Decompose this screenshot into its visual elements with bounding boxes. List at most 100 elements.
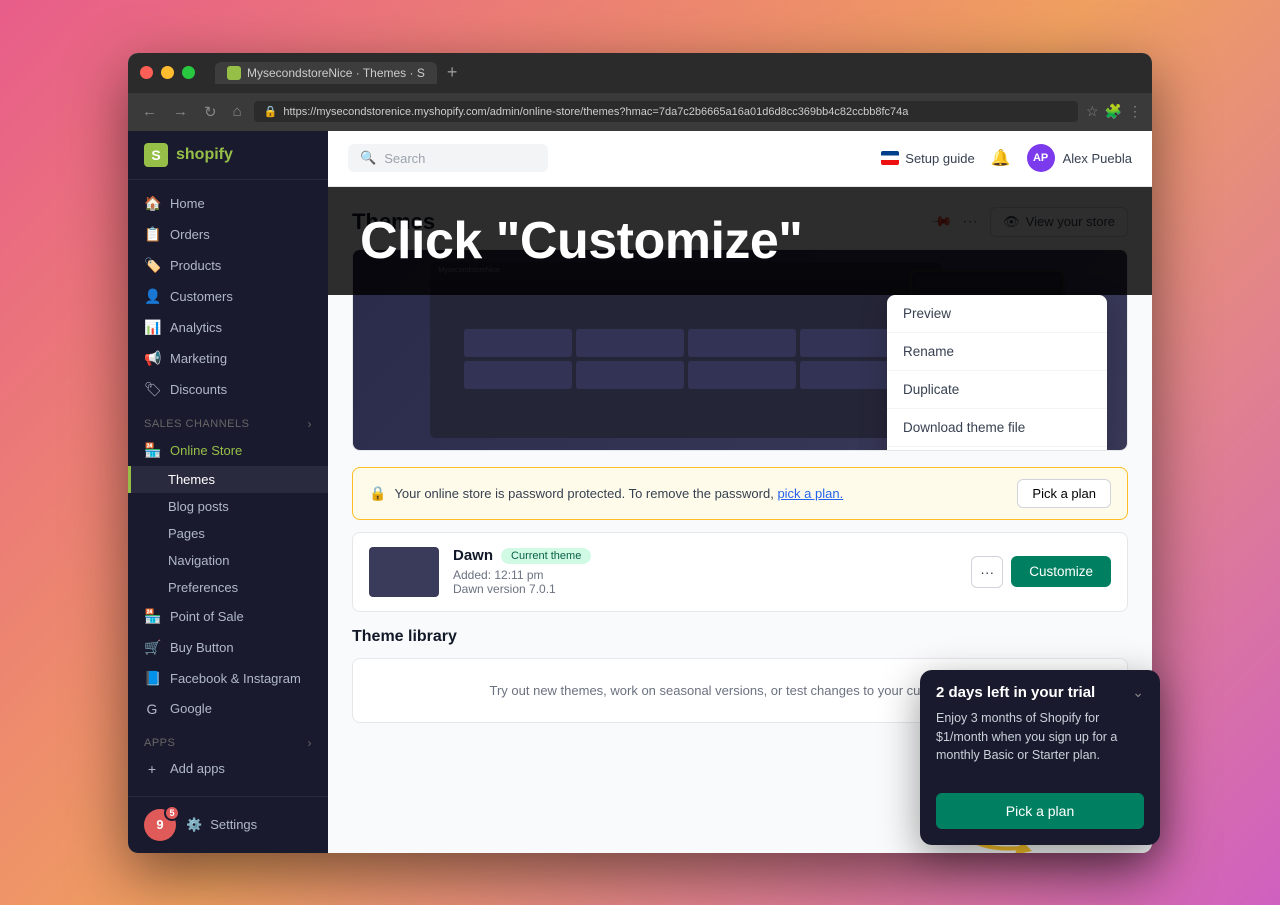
trial-header: 2 days left in your trial ⌄	[920, 670, 1160, 709]
sidebar-subitem-label: Preferences	[168, 580, 238, 595]
dropdown-item-duplicate[interactable]: Duplicate	[887, 371, 1107, 409]
bookmark-icon[interactable]: ☆	[1086, 103, 1099, 120]
sidebar-item-products[interactable]: 🏷️ Products	[128, 250, 328, 281]
notification-bell-icon[interactable]: 🔔	[991, 148, 1011, 168]
analytics-icon: 📊	[144, 319, 160, 336]
tool-item	[464, 361, 572, 389]
flag-icon	[881, 151, 899, 165]
sidebar-item-online-store[interactable]: 🏪 Online Store	[128, 435, 328, 466]
sidebar-item-google[interactable]: G Google	[128, 694, 328, 724]
sidebar-item-facebook-instagram[interactable]: 📘 Facebook & Instagram	[128, 663, 328, 694]
sidebar-item-pos[interactable]: 🏪 Point of Sale	[128, 601, 328, 632]
sidebar-subitem-label: Blog posts	[168, 499, 229, 514]
sidebar-footer: 9 5 ⚙️ Settings	[128, 796, 328, 853]
back-button[interactable]: ←	[138, 101, 161, 122]
setup-guide-label: Setup guide	[905, 151, 974, 166]
facebook-icon: 📘	[144, 670, 160, 687]
setup-guide-button[interactable]: Setup guide	[881, 151, 974, 166]
home-button[interactable]: ⌂	[229, 101, 246, 122]
extensions-icon[interactable]: 🧩	[1105, 103, 1122, 120]
pick-plan-button[interactable]: Pick a plan	[1017, 479, 1111, 508]
sidebar-item-orders[interactable]: 📋 Orders	[128, 219, 328, 250]
browser-tabs: MysecondstoreNice · Themes · S +	[215, 62, 463, 84]
pos-icon: 🏪	[144, 608, 160, 625]
toolbar-actions: ☆ 🧩 ⋮	[1086, 103, 1142, 120]
search-placeholder: Search	[384, 151, 425, 166]
sidebar-item-label: Analytics	[170, 320, 222, 335]
theme-added: Added: 12:11 pm	[453, 568, 957, 582]
theme-ellipsis-button[interactable]: ···	[971, 556, 1003, 588]
customize-button[interactable]: Customize	[1011, 556, 1111, 587]
dropdown-item-label: Download theme file	[903, 420, 1025, 435]
chevron-right-icon: ›	[308, 736, 313, 750]
sidebar-subitem-navigation[interactable]: Navigation	[128, 547, 328, 574]
user-menu[interactable]: AP Alex Puebla	[1027, 144, 1132, 172]
notification-badge: 5	[164, 805, 180, 821]
trial-chevron-icon[interactable]: ⌄	[1132, 684, 1144, 701]
avatar-initials: 9	[156, 817, 163, 832]
sidebar-item-analytics[interactable]: 📊 Analytics	[128, 312, 328, 343]
tool-item	[576, 329, 684, 357]
sidebar-item-home[interactable]: 🏠 Home	[128, 188, 328, 219]
menu-icon[interactable]: ⋮	[1128, 103, 1142, 120]
refresh-button[interactable]: ↻	[200, 101, 221, 123]
current-theme-section: Dawn Current theme Added: 12:11 pm Dawn …	[352, 532, 1128, 612]
topbar-right: Setup guide 🔔 AP Alex Puebla	[881, 144, 1132, 172]
sidebar: S shopify 🏠 Home 📋 Orders 🏷️ Products	[128, 131, 328, 853]
sidebar-item-marketing[interactable]: 📢 Marketing	[128, 343, 328, 374]
address-bar[interactable]: 🔒 https://mysecondstorenice.myshopify.co…	[254, 101, 1078, 122]
lock-warning-icon: 🔒	[369, 485, 386, 502]
browser-toolbar: ← → ↻ ⌂ 🔒 https://mysecondstorenice.mysh…	[128, 93, 1152, 131]
trial-cta-button[interactable]: Pick a plan	[936, 793, 1144, 829]
dropdown-item-preview[interactable]: Preview	[887, 295, 1107, 333]
tool-item	[576, 361, 684, 389]
warning-text: Your online store is password protected.…	[394, 486, 843, 501]
theme-library-description: Try out new themes, work on seasonal ver…	[490, 683, 991, 698]
forward-button[interactable]: →	[169, 101, 192, 122]
pick-plan-link[interactable]: pick a plan.	[777, 486, 843, 501]
sidebar-item-label: Customers	[170, 289, 233, 304]
sidebar-subitem-blog-posts[interactable]: Blog posts	[128, 493, 328, 520]
theme-dropdown-menu: Preview Rename Duplicate Download theme …	[887, 295, 1107, 451]
theme-actions: ··· Customize	[971, 556, 1111, 588]
sidebar-item-label: Home	[170, 196, 205, 211]
sidebar-header: S shopify	[128, 131, 328, 180]
dropdown-item-edit-code[interactable]: Edit code	[887, 447, 1107, 451]
close-button[interactable]	[140, 66, 153, 79]
theme-version: Dawn version 7.0.1	[453, 582, 957, 596]
home-icon: 🏠	[144, 195, 160, 212]
search-bar[interactable]: 🔍 Search	[348, 144, 548, 172]
sidebar-item-buy-button[interactable]: 🛒 Buy Button	[128, 632, 328, 663]
sidebar-item-label: Google	[170, 701, 212, 716]
dropdown-item-label: Rename	[903, 344, 954, 359]
avatar[interactable]: 9 5	[144, 809, 176, 841]
dropdown-item-rename[interactable]: Rename	[887, 333, 1107, 371]
sidebar-subitem-label: Themes	[168, 472, 215, 487]
products-icon: 🏷️	[144, 257, 160, 274]
warning-left: 🔒 Your online store is password protecte…	[369, 485, 843, 502]
shopify-logo: S shopify	[144, 143, 312, 167]
user-avatar: AP	[1027, 144, 1055, 172]
topbar: 🔍 Search Setup guide 🔔 AP Alex Puebla	[328, 131, 1152, 187]
sidebar-item-label: Online Store	[170, 443, 242, 458]
sidebar-item-settings[interactable]: ⚙️ Settings	[186, 817, 257, 833]
sidebar-item-discounts[interactable]: 🏷 Discounts	[128, 374, 328, 405]
sidebar-subitem-pages[interactable]: Pages	[128, 520, 328, 547]
trial-body: Enjoy 3 months of Shopify for $1/month w…	[920, 709, 1160, 779]
tab-favicon	[227, 66, 241, 80]
shopify-logo-text: shopify	[176, 146, 233, 164]
password-warning: 🔒 Your online store is password protecte…	[352, 467, 1128, 520]
sidebar-item-label: Buy Button	[170, 640, 234, 655]
sidebar-item-label: Marketing	[170, 351, 227, 366]
maximize-button[interactable]	[182, 66, 195, 79]
sidebar-item-add-apps[interactable]: + Add apps	[128, 754, 328, 784]
sidebar-subitem-preferences[interactable]: Preferences	[128, 574, 328, 601]
sidebar-subitem-themes[interactable]: Themes	[128, 466, 328, 493]
dropdown-item-download[interactable]: Download theme file	[887, 409, 1107, 447]
new-tab-button[interactable]: +	[441, 62, 464, 83]
active-tab[interactable]: MysecondstoreNice · Themes · S	[215, 62, 437, 84]
tools-grid	[456, 321, 916, 397]
sidebar-item-customers[interactable]: 👤 Customers	[128, 281, 328, 312]
minimize-button[interactable]	[161, 66, 174, 79]
current-theme-badge: Current theme	[501, 548, 591, 564]
